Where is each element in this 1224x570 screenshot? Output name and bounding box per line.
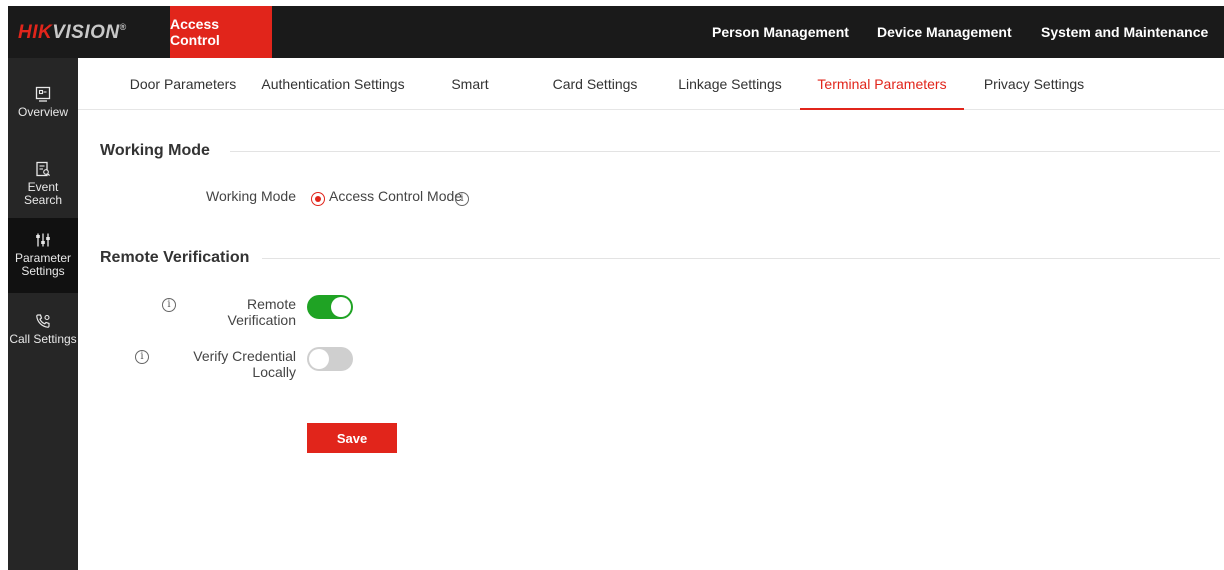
hikvision-logo: HIKVISION® <box>18 22 127 43</box>
tab-door-parameters[interactable]: Door Parameters <box>108 58 258 110</box>
access-control-mode-label[interactable]: Access Control Mode <box>329 188 462 204</box>
toggle-knob <box>331 297 351 317</box>
tab-card-settings[interactable]: Card Settings <box>540 58 650 110</box>
working-mode-label: Working Mode <box>205 188 296 204</box>
section-divider <box>262 258 1220 259</box>
top-bar: HIKVISION® Access Control Person Managem… <box>0 0 1224 58</box>
nav-person-management[interactable]: Person Management <box>712 6 849 58</box>
sidebar-item-call-settings[interactable]: Call Settings <box>8 313 78 359</box>
access-control-mode-radio[interactable] <box>311 192 325 206</box>
tab-authentication-settings[interactable]: Authentication Settings <box>258 58 408 110</box>
access-control-module-tab[interactable]: Access Control <box>170 6 272 58</box>
sidebar-item-event-search[interactable]: Event Search <box>8 161 78 207</box>
remote-verification-toggle[interactable] <box>307 295 353 319</box>
nav-system-maintenance[interactable]: System and Maintenance <box>1041 6 1208 58</box>
sidebar-item-label: Parameter Settings <box>14 251 72 278</box>
tab-linkage-settings[interactable]: Linkage Settings <box>670 58 790 110</box>
info-icon[interactable]: i <box>162 298 176 312</box>
nav-device-management[interactable]: Device Management <box>877 6 1012 58</box>
remote-verification-label: Remote Verification <box>227 296 296 328</box>
verify-credential-locally-toggle[interactable] <box>307 347 353 371</box>
event-search-icon <box>36 161 51 177</box>
overview-icon <box>35 86 51 102</box>
section-divider <box>230 151 1220 152</box>
sidebar-item-overview[interactable]: Overview <box>8 86 78 136</box>
save-button[interactable]: Save <box>307 423 397 453</box>
tab-terminal-parameters[interactable]: Terminal Parameters <box>800 58 964 110</box>
sidebar-item-label: Event Search <box>23 180 63 207</box>
sidebar-item-label: Overview <box>17 105 68 119</box>
sidebar-item-label: Call Settings <box>9 332 77 346</box>
sidebar-item-parameter-settings[interactable]: Parameter Settings <box>8 218 78 293</box>
sub-tab-bar: Door Parameters Authentication Settings … <box>78 58 1224 110</box>
info-icon[interactable]: i <box>455 192 469 206</box>
parameter-settings-icon <box>36 233 50 247</box>
working-mode-section-title: Working Mode <box>100 142 210 159</box>
remote-verification-section-title: Remote Verification <box>100 249 250 266</box>
verify-credential-locally-label: Verify Credential Locally <box>193 348 296 380</box>
tab-privacy-settings[interactable]: Privacy Settings <box>974 58 1094 110</box>
sidebar: Overview Event Search Parameter Settings… <box>8 58 78 570</box>
info-icon[interactable]: i <box>135 350 149 364</box>
call-settings-icon <box>36 314 50 328</box>
toggle-knob <box>309 349 329 369</box>
tab-smart[interactable]: Smart <box>430 58 510 110</box>
